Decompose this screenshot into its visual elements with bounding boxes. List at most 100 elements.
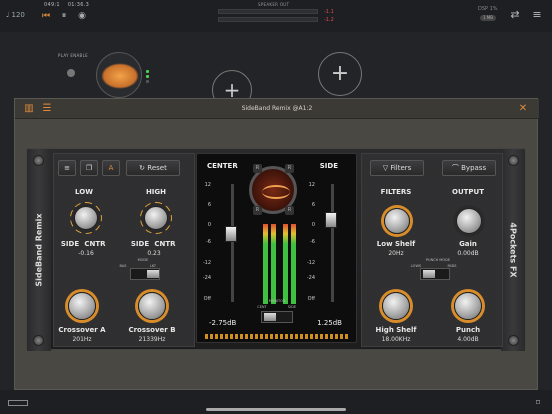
- punch-mode-title: PUNCH MODE: [425, 258, 451, 262]
- pause-icon[interactable]: ⏸: [58, 10, 70, 22]
- host-top-bar: ♩ 120 049:1 01:36.3 ⏮ ⏸ ◉ SPEAKER OUT -1…: [0, 0, 552, 32]
- sample-pad[interactable]: [96, 52, 142, 98]
- high-shelf-value: 18.00KHz: [381, 336, 411, 343]
- scale-tick: Off: [203, 296, 211, 302]
- high-shelf-knob[interactable]: [382, 292, 410, 320]
- pad-led: [146, 75, 149, 78]
- preset-icon: A: [108, 164, 114, 172]
- play-enable-toggle[interactable]: [67, 69, 75, 77]
- crossover-b-value: 21339Hz: [138, 336, 166, 343]
- meter-right-value: -1.2: [324, 17, 334, 23]
- tempo-display[interactable]: ♩ 120: [6, 11, 25, 19]
- screw-icon: [33, 335, 44, 346]
- right-cheek: 4Pockets FX: [501, 149, 525, 351]
- scale-tick: Off: [307, 296, 315, 302]
- screw-icon: [508, 335, 519, 346]
- right-panel: ▽ Filters ⌒ Bypass FILTERS OUTPUT Low Sh…: [361, 153, 503, 347]
- mode-switch[interactable]: [130, 268, 160, 280]
- center-fader[interactable]: [225, 226, 237, 242]
- center-fader-track: [231, 184, 234, 302]
- low-shelf-value: 20Hz: [388, 250, 404, 257]
- mixer-icon[interactable]: ⇄: [508, 8, 522, 22]
- side-title: SIDE: [319, 162, 338, 170]
- brand-right: 4Pockets FX: [508, 222, 518, 278]
- monitor-side: SIDE: [287, 305, 297, 309]
- monitor-title: MONITOR: [268, 299, 286, 303]
- low-value: -0.16: [78, 250, 94, 257]
- position-bars: 049:1: [44, 2, 60, 8]
- add-pad-button[interactable]: +: [318, 52, 362, 96]
- monitor-switch[interactable]: [261, 311, 293, 323]
- list-icon[interactable]: ☰: [41, 103, 53, 115]
- window-title-bar: SideBand Remix @A1:2 ▥ ☰ ✕: [15, 99, 539, 119]
- cpu-label: DSP 1%: [478, 6, 498, 12]
- low-knob[interactable]: [74, 206, 98, 230]
- side-value: 1.25dB: [317, 319, 342, 327]
- high-shelf-label: High Shelf: [375, 326, 417, 334]
- keyboard-icon[interactable]: [8, 400, 28, 406]
- center-title: CENTER: [207, 162, 238, 170]
- high-side-label: SIDE: [130, 240, 150, 248]
- low-title: LOW: [75, 188, 93, 196]
- piano-icon[interactable]: ▥: [23, 103, 35, 115]
- crossover-a-label: Crossover A: [58, 326, 106, 334]
- center-level-meter: [263, 224, 268, 304]
- menu-icon[interactable]: ≡: [530, 8, 544, 22]
- meter-title: SPEAKER OUT: [258, 2, 290, 7]
- high-knob[interactable]: [144, 206, 168, 230]
- left-cheek: SideBand Remix: [27, 149, 51, 351]
- gain-label: Gain: [459, 240, 477, 248]
- punch-switch-knob: [423, 270, 435, 278]
- crossover-a-knob[interactable]: [68, 292, 96, 320]
- scale-tick: 12: [204, 182, 211, 188]
- scale-tick: 0: [311, 222, 315, 228]
- low-shelf-knob[interactable]: [384, 208, 410, 234]
- side-fader[interactable]: [325, 212, 337, 228]
- high-title: HIGH: [145, 188, 167, 196]
- side-fader-track: [331, 184, 334, 302]
- scale-tick: 0: [207, 222, 211, 228]
- meter-left-value: -1.1: [324, 9, 334, 15]
- crossover-b-label: Crossover B: [128, 326, 176, 334]
- close-icon[interactable]: ✕: [517, 103, 529, 115]
- record-icon[interactable]: ◉: [76, 10, 88, 22]
- center-display: CENTER SIDE R R R R 12 6 0 -6 -12 -24 Of…: [196, 153, 357, 343]
- r-button[interactable]: R: [253, 164, 262, 173]
- center-value: -2.75dB: [209, 319, 237, 327]
- bypass-button[interactable]: ⌒ Bypass: [442, 160, 496, 176]
- filters-button[interactable]: ▽ Filters: [370, 160, 424, 176]
- gain-knob[interactable]: [456, 208, 482, 234]
- filters-title: FILTERS: [380, 188, 412, 196]
- reset-button[interactable]: ↻ Reset: [126, 160, 180, 176]
- scale-tick: -12: [202, 260, 211, 266]
- output-title: OUTPUT: [452, 188, 484, 196]
- left-panel: ≡ ❐ A ↻ Reset LOW HIGH SIDE CNTR SIDE CN…: [53, 153, 195, 347]
- gain-value: 0.00dB: [457, 250, 479, 257]
- punch-label: Punch: [455, 326, 481, 334]
- low-cntr-label: CNTR: [84, 240, 106, 248]
- menu-button[interactable]: ≡: [58, 160, 76, 176]
- preset-button[interactable]: A: [102, 160, 120, 176]
- filters-label: Filters: [390, 164, 412, 172]
- scale-tick: -6: [206, 239, 211, 245]
- scale-tick: 6: [207, 202, 211, 208]
- pad-led: [146, 70, 149, 73]
- output-meter-left: [218, 9, 318, 14]
- punch-knob[interactable]: [454, 292, 482, 320]
- punch-mode-switch[interactable]: [420, 268, 450, 280]
- r-button[interactable]: R: [253, 206, 262, 215]
- r-button[interactable]: R: [285, 206, 294, 215]
- scope-wave-icon: [262, 185, 290, 199]
- crossover-a-value: 201Hz: [72, 336, 92, 343]
- crossover-b-knob[interactable]: [138, 292, 166, 320]
- home-indicator: [206, 408, 346, 411]
- bypass-icon: ⌒: [451, 164, 462, 172]
- play-enable-label: PLAY ENABLE: [58, 53, 88, 58]
- high-value: 0.23: [147, 250, 161, 257]
- copy-button[interactable]: ❐: [80, 160, 98, 176]
- center-level-meter: [271, 224, 276, 304]
- side-level-meter: [283, 224, 288, 304]
- bookmark-icon[interactable]: ⌑: [536, 398, 540, 407]
- rewind-icon[interactable]: ⏮: [40, 10, 52, 22]
- r-button[interactable]: R: [285, 164, 294, 173]
